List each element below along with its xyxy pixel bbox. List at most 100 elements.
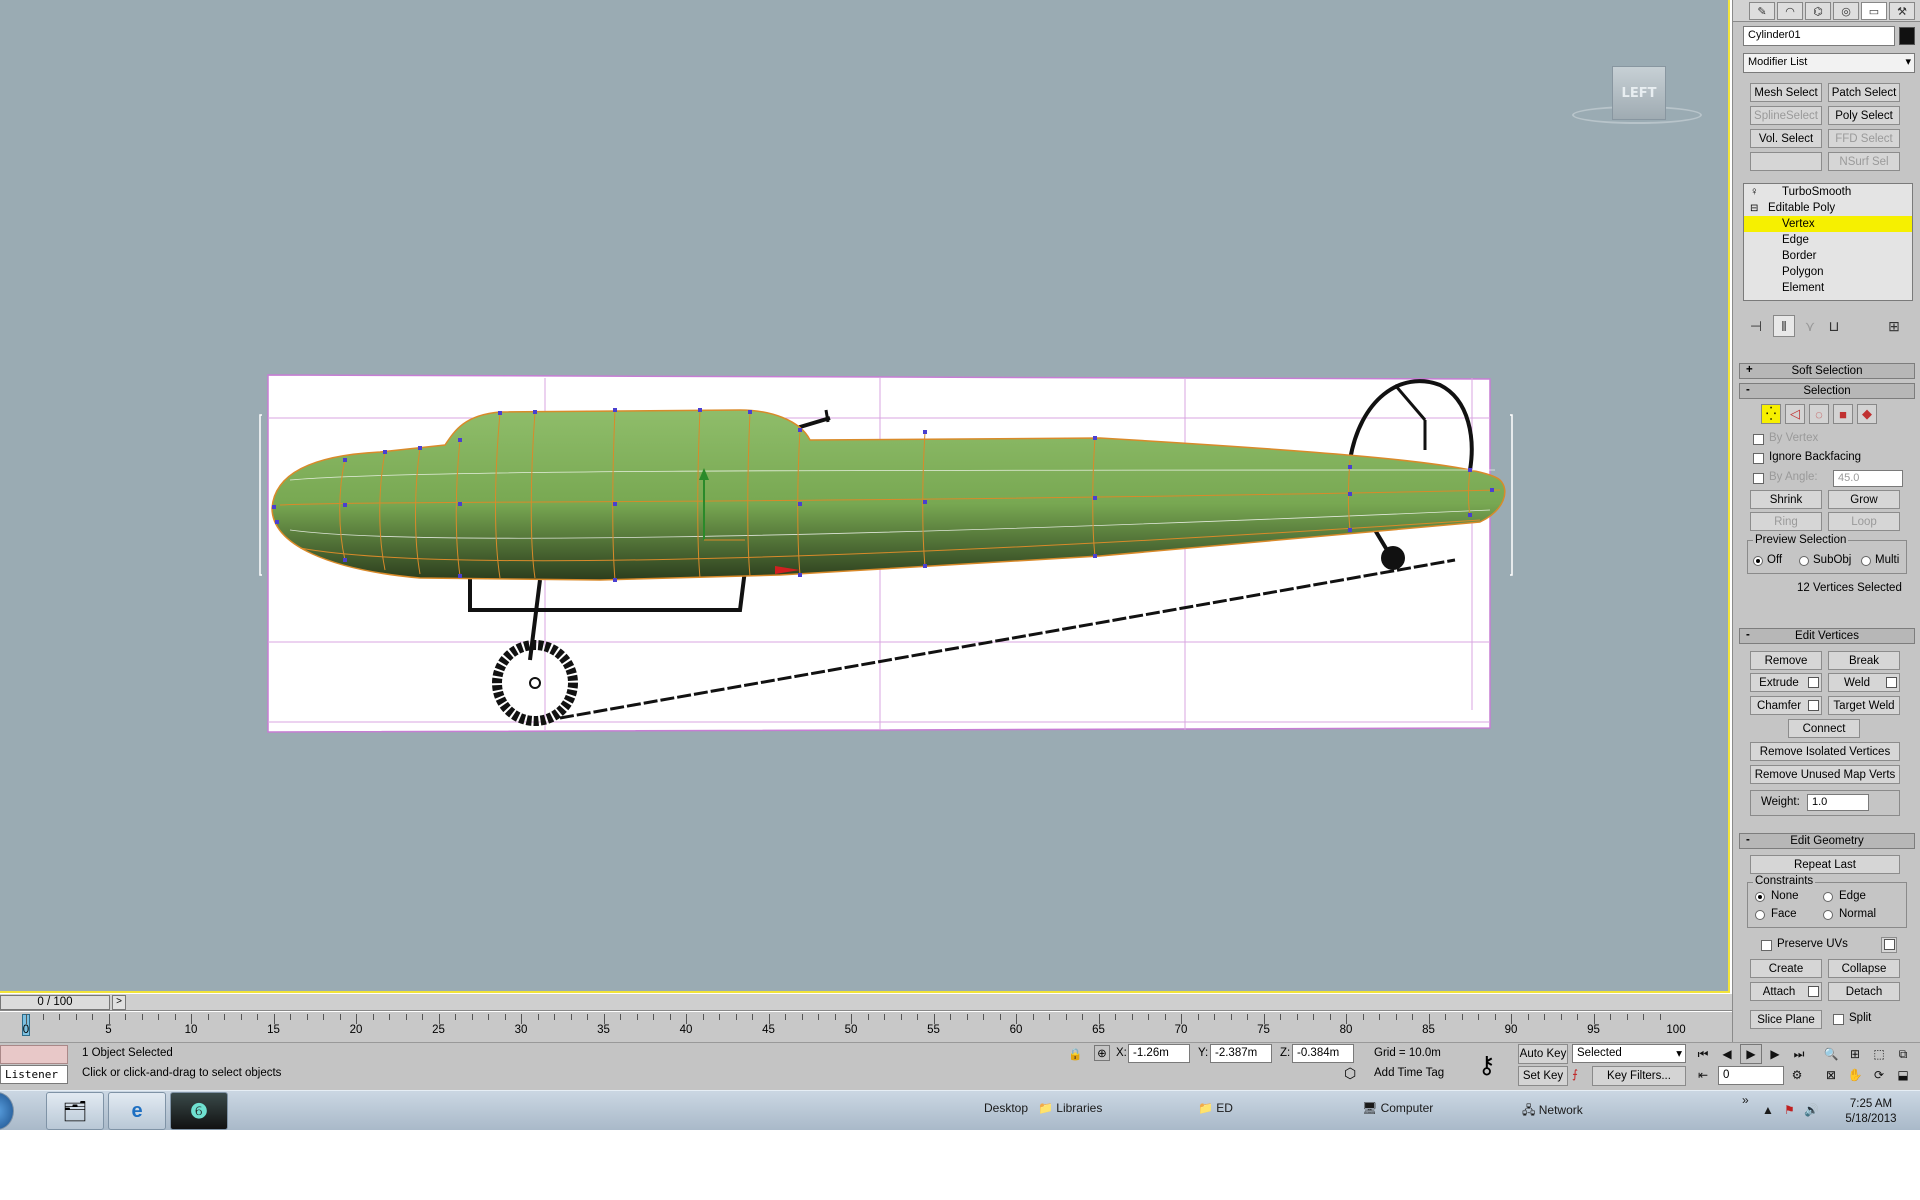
start-button-icon[interactable] <box>0 1092 14 1130</box>
viewcube-face-left[interactable]: LEFT <box>1612 66 1666 120</box>
explorer-icon[interactable]: 🗂 <box>46 1092 104 1130</box>
key-mode-toggle-icon[interactable]: ⇤ <box>1692 1065 1714 1085</box>
modifier-stack[interactable]: ♀ TurboSmooth ⊟ Editable Poly Vertex Edg… <box>1743 183 1913 301</box>
spline-select-button[interactable]: SplineSelect <box>1750 106 1822 125</box>
track-bar[interactable]: 0 5 10 15 20 25 30 35 40 45 50 55 60 65 70 75 80 85 90 95 10… <box>0 1012 1732 1042</box>
collapse-minus-icon[interactable]: ⊟ <box>1750 203 1758 214</box>
edit-geometry-rollout[interactable]: - Edit Geometry <box>1739 833 1915 849</box>
constraint-face-radio[interactable] <box>1755 910 1765 920</box>
selection-rollout[interactable]: - Selection <box>1739 383 1915 399</box>
stack-item-element[interactable]: Element <box>1744 280 1912 296</box>
ring-button[interactable]: Ring <box>1750 512 1822 531</box>
set-key-button[interactable]: Set Key <box>1518 1066 1568 1086</box>
loop-button[interactable]: Loop <box>1828 512 1900 531</box>
constraint-edge-radio[interactable] <box>1823 892 1833 902</box>
taskbar-link-network[interactable]: 🖧 Network <box>1522 1101 1583 1122</box>
preview-subobj-radio[interactable] <box>1799 556 1809 566</box>
preserve-uvs-settings-icon[interactable] <box>1881 937 1897 953</box>
mesh-select-button[interactable]: Mesh Select <box>1750 83 1822 102</box>
break-button[interactable]: Break <box>1828 651 1900 670</box>
collapse-button[interactable]: Collapse <box>1828 959 1900 978</box>
time-slider-next-icon[interactable]: > <box>112 995 126 1010</box>
stack-item-editable-poly[interactable]: ⊟ Editable Poly <box>1744 200 1912 216</box>
edge-mode-icon[interactable]: ◁ <box>1785 404 1805 424</box>
zoom-extents-icon[interactable]: ⬚ <box>1868 1044 1890 1064</box>
viewport-left[interactable]: LEFT <box>0 0 1730 993</box>
object-name-field[interactable]: Cylinder01 <box>1743 26 1895 46</box>
display-icon[interactable]: ▭ <box>1861 2 1887 20</box>
remove-isolated-vertices-button[interactable]: Remove Isolated Vertices <box>1750 742 1900 761</box>
show-end-result-icon[interactable]: ‖ <box>1773 315 1795 337</box>
key-icon[interactable]: ⚷ <box>1478 1051 1496 1080</box>
taskbar-clock[interactable]: 7:25 AM 5/18/2013 <box>1836 1097 1906 1127</box>
internet-explorer-icon[interactable]: e <box>108 1092 166 1130</box>
listener-field[interactable]: Listener <box>0 1065 68 1084</box>
soft-selection-rollout[interactable]: + Soft Selection <box>1739 363 1915 379</box>
x-coordinate-field[interactable]: -1.26m <box>1128 1044 1190 1063</box>
time-slider-thumb[interactable]: 0 / 100 <box>0 995 110 1010</box>
by-angle-checkbox[interactable] <box>1753 473 1764 484</box>
preview-off-radio[interactable] <box>1753 556 1763 566</box>
modifier-list-dropdown[interactable]: Modifier List ▾ <box>1743 53 1915 73</box>
weight-spinner[interactable]: 1.0 <box>1807 794 1869 811</box>
stack-item-turbosmooth[interactable]: ♀ TurboSmooth <box>1744 184 1912 200</box>
maximize-viewport-icon[interactable]: ⬓ <box>1892 1065 1914 1085</box>
absolute-mode-icon[interactable]: ⊕ <box>1094 1045 1110 1061</box>
create-icon[interactable]: ✎ <box>1749 2 1775 20</box>
remove-modifier-icon[interactable]: ⊔ <box>1823 315 1845 337</box>
viewcube[interactable]: LEFT <box>1572 60 1702 130</box>
split-checkbox[interactable] <box>1833 1014 1844 1025</box>
attach-settings-icon[interactable] <box>1808 986 1819 997</box>
preserve-uvs-checkbox[interactable] <box>1761 940 1772 951</box>
stack-item-border[interactable]: Border <box>1744 248 1912 264</box>
taskbar-link-computer[interactable]: 🖥 Computer <box>1362 1101 1433 1115</box>
go-to-end-icon[interactable]: ⏭ <box>1788 1044 1810 1064</box>
extrude-button[interactable]: Extrude <box>1750 673 1822 692</box>
object-color-swatch[interactable] <box>1899 27 1915 45</box>
ffd-select-button[interactable]: FFD Select <box>1828 129 1900 148</box>
volume-icon[interactable]: 🔊 <box>1804 1103 1819 1117</box>
repeat-last-button[interactable]: Repeat Last <box>1750 855 1900 874</box>
chamfer-button[interactable]: Chamfer <box>1750 696 1822 715</box>
element-mode-icon[interactable]: ◆ <box>1857 404 1877 424</box>
remove-button[interactable]: Remove <box>1750 651 1822 670</box>
ignore-backfacing-checkbox[interactable] <box>1753 453 1764 464</box>
show-hidden-icons-icon[interactable]: ▲ <box>1762 1103 1774 1117</box>
pan-view-icon[interactable]: ✋ <box>1844 1065 1866 1085</box>
utilities-icon[interactable]: ⚒ <box>1889 2 1915 20</box>
action-center-icon[interactable]: ⚑ <box>1784 1103 1795 1117</box>
motion-icon[interactable]: ◎ <box>1833 2 1859 20</box>
configure-modifier-sets-icon[interactable]: ⊞ <box>1883 315 1905 337</box>
y-coordinate-field[interactable]: -2.387m <box>1210 1044 1272 1063</box>
grow-button[interactable]: Grow <box>1828 490 1900 509</box>
weld-settings-icon[interactable] <box>1886 677 1897 688</box>
key-tangent-icon[interactable]: ⨍ <box>1572 1067 1578 1081</box>
zoom-icon[interactable]: 🔍 <box>1820 1044 1842 1064</box>
time-slider[interactable]: 0 / 100 > <box>0 994 1732 1011</box>
weld-button[interactable]: Weld <box>1828 673 1900 692</box>
zoom-extents-all-icon[interactable]: ⧉ <box>1892 1044 1914 1064</box>
polygon-mode-icon[interactable]: ■ <box>1833 404 1853 424</box>
vertex-mode-icon[interactable]: ⁛ <box>1761 404 1781 424</box>
maxscript-mini-input[interactable] <box>0 1045 68 1064</box>
stack-item-edge[interactable]: Edge <box>1744 232 1912 248</box>
modify-icon[interactable]: ◠ <box>1777 2 1803 20</box>
shrink-button[interactable]: Shrink <box>1750 490 1822 509</box>
by-angle-spinner[interactable]: 45.0 <box>1833 470 1903 487</box>
border-mode-icon[interactable]: ◌ <box>1809 404 1829 424</box>
constraint-normal-radio[interactable] <box>1823 910 1833 920</box>
toolbar-expand-icon[interactable]: » <box>1742 1093 1749 1107</box>
preview-multi-radio[interactable] <box>1861 556 1871 566</box>
current-frame-field[interactable]: 0 <box>1718 1066 1784 1085</box>
attach-button[interactable]: Attach <box>1750 982 1822 1001</box>
empty-modifier-button[interactable] <box>1750 152 1822 171</box>
time-tag-icon[interactable]: ⬡ <box>1344 1065 1356 1082</box>
patch-select-button[interactable]: Patch Select <box>1828 83 1900 102</box>
key-mode-dropdown[interactable]: Selected ▾ <box>1572 1044 1686 1063</box>
previous-frame-icon[interactable]: ◀︎ <box>1716 1044 1738 1064</box>
slice-plane-button[interactable]: Slice Plane <box>1750 1010 1822 1029</box>
taskbar-link-ed[interactable]: 📁 ED <box>1198 1101 1233 1115</box>
detach-button[interactable]: Detach <box>1828 982 1900 1001</box>
zoom-all-icon[interactable]: ⊞ <box>1844 1044 1866 1064</box>
edit-vertices-rollout[interactable]: - Edit Vertices <box>1739 628 1915 644</box>
